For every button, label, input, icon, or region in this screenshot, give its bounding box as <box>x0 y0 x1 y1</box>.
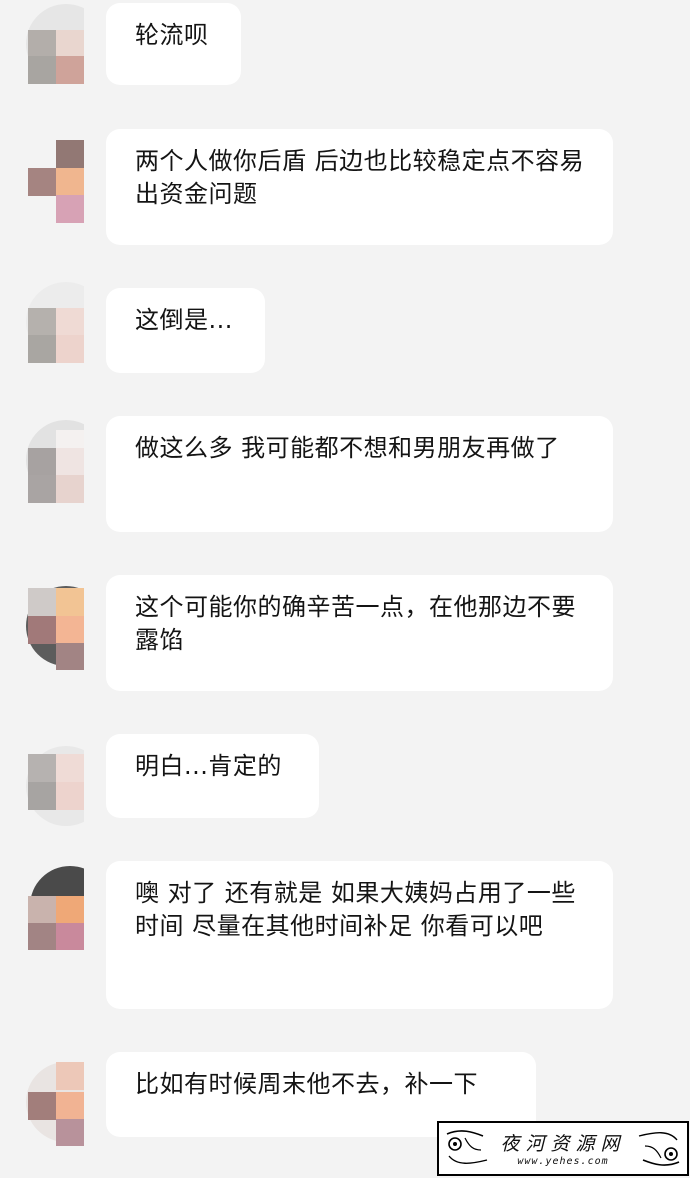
message-bubble[interactable]: 明白...肯定的 <box>106 734 319 818</box>
message-text: 明白...肯定的 <box>135 752 282 780</box>
message-bubble[interactable]: 做这么多 我可能都不想和男朋友再做了 <box>106 416 613 532</box>
chat-message-list[interactable]: 轮流呗 两个人做你后盾 后边也比较稳定点不容易出资金问题 这倒是... 做这么多… <box>0 0 690 1178</box>
message-bubble[interactable]: 这倒是... <box>106 288 265 373</box>
avatar[interactable] <box>22 586 84 670</box>
message-text: 比如有时候周末他不去，补一下 <box>135 1070 478 1098</box>
message-text: 这倒是... <box>135 306 233 334</box>
avatar[interactable] <box>22 1062 84 1146</box>
avatar[interactable] <box>22 282 84 366</box>
message-text: 噢 对了 还有就是 如果大姨妈占用了一些时间 尽量在其他时间补足 你看可以吧 <box>135 879 576 940</box>
message-bubble[interactable]: 噢 对了 还有就是 如果大姨妈占用了一些时间 尽量在其他时间补足 你看可以吧 <box>106 861 613 1009</box>
message-bubble[interactable]: 两个人做你后盾 后边也比较稳定点不容易出资金问题 <box>106 129 613 245</box>
avatar[interactable] <box>22 4 84 88</box>
message-text: 轮流呗 <box>135 21 209 49</box>
watermark-logo: 夜河资源网 www.yehes.com <box>437 1121 689 1176</box>
watermark-title: 夜河资源网 <box>500 1133 626 1155</box>
message-text: 做这么多 我可能都不想和男朋友再做了 <box>135 434 560 462</box>
message-text: 两个人做你后盾 后边也比较稳定点不容易出资金问题 <box>135 147 585 208</box>
message-bubble[interactable]: 轮流呗 <box>106 3 241 85</box>
avatar[interactable] <box>22 140 84 224</box>
watermark-url: www.yehes.com <box>517 1156 609 1167</box>
avatar[interactable] <box>22 420 84 504</box>
message-bubble[interactable]: 这个可能你的确辛苦一点，在他那边不要露馅 <box>106 575 613 691</box>
message-text: 这个可能你的确辛苦一点，在他那边不要露馅 <box>135 593 576 654</box>
avatar[interactable] <box>22 746 84 830</box>
avatar[interactable] <box>22 866 84 950</box>
